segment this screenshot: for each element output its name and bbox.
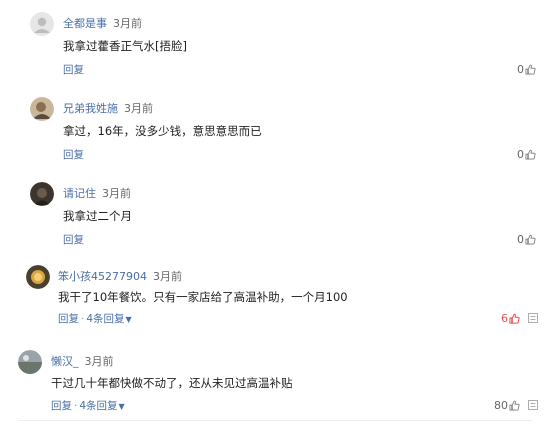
reply-button[interactable]: 回复 bbox=[63, 149, 84, 161]
view-replies-button[interactable]: 4条回复▼ bbox=[86, 313, 131, 325]
avatar[interactable] bbox=[18, 350, 42, 374]
reply-button[interactable]: 回复 bbox=[58, 313, 79, 325]
like-button[interactable]: 80 bbox=[494, 398, 538, 412]
comment-text: 我拿过藿香正气水[捂脸] bbox=[63, 39, 187, 53]
like-count: 0 bbox=[517, 147, 524, 161]
like-button[interactable]: 0 bbox=[517, 147, 536, 161]
like-count: 0 bbox=[517, 62, 524, 76]
reply-button[interactable]: 回复 bbox=[63, 64, 84, 76]
avatar[interactable] bbox=[30, 97, 54, 121]
username[interactable]: 笨小孩45277904 bbox=[58, 270, 147, 283]
comment-header: 懒汉_ 3月前 bbox=[51, 353, 114, 369]
thumbs-up-icon[interactable] bbox=[525, 149, 536, 160]
thumbs-up-icon[interactable] bbox=[509, 400, 520, 411]
separator-dot: · bbox=[81, 313, 85, 325]
reply-button[interactable]: 回复 bbox=[63, 234, 84, 246]
comment-item: 请记住 3月前 我拿过二个月 回复 0 bbox=[0, 170, 550, 255]
chevron-down-icon: ▼ bbox=[118, 402, 125, 411]
comment-actions: 回复 bbox=[63, 147, 84, 162]
avatar[interactable] bbox=[26, 265, 50, 289]
like-button[interactable]: 0 bbox=[517, 232, 536, 246]
divider bbox=[18, 420, 532, 421]
like-button[interactable]: 0 bbox=[517, 62, 536, 76]
thumbs-up-icon[interactable] bbox=[525, 64, 536, 75]
timestamp: 3月前 bbox=[84, 355, 114, 368]
like-count: 80 bbox=[494, 398, 508, 412]
comment-item: 懒汉_ 3月前 干过几十年都快做不动了，还从未见过高温补贴 回复 · 4条回复▼ 80 bbox=[0, 340, 550, 425]
like-count: 6 bbox=[501, 311, 508, 325]
comment-item: 笨小孩45277904 3月前 我干了10年餐饮。只有一家店给了高温补助，一个月1… bbox=[0, 255, 550, 340]
separator-dot: · bbox=[74, 400, 78, 412]
comment-header: 兄弟我姓施 3月前 bbox=[63, 100, 153, 116]
replies-count: 4条回复 bbox=[79, 400, 118, 412]
timestamp: 3月前 bbox=[124, 102, 153, 115]
username[interactable]: 请记住 bbox=[63, 187, 96, 200]
thumbs-up-icon[interactable] bbox=[525, 234, 536, 245]
more-icon[interactable] bbox=[528, 400, 538, 410]
comment-header: 笨小孩45277904 3月前 bbox=[58, 268, 182, 284]
reply-button[interactable]: 回复 bbox=[51, 400, 72, 412]
avatar[interactable] bbox=[30, 182, 54, 206]
username[interactable]: 全都是事 bbox=[63, 17, 107, 30]
comment-header: 请记住 3月前 bbox=[63, 185, 131, 201]
avatar[interactable] bbox=[30, 12, 54, 36]
comment-text: 拿过，16年，没多少钱，意思意思而已 bbox=[63, 124, 262, 138]
chevron-down-icon: ▼ bbox=[125, 315, 132, 324]
replies-count: 4条回复 bbox=[86, 313, 125, 325]
timestamp: 3月前 bbox=[153, 270, 182, 283]
like-button[interactable]: 6 bbox=[501, 311, 538, 325]
more-icon[interactable] bbox=[528, 313, 538, 323]
comment-item: 兄弟我姓施 3月前 拿过，16年，没多少钱，意思意思而已 回复 0 bbox=[0, 85, 550, 170]
comment-text: 我拿过二个月 bbox=[63, 209, 132, 223]
comment-item: 全都是事 3月前 我拿过藿香正气水[捂脸] 回复 0 bbox=[0, 0, 550, 85]
username[interactable]: 兄弟我姓施 bbox=[63, 102, 118, 115]
timestamp: 3月前 bbox=[113, 17, 142, 30]
comment-list: 全都是事 3月前 我拿过藿香正气水[捂脸] 回复 0 兄弟我姓施 3月前 拿过，16… bbox=[0, 0, 550, 425]
comment-actions: 回复 · 4条回复▼ bbox=[58, 311, 132, 326]
comment-actions: 回复 bbox=[63, 232, 84, 247]
username[interactable]: 懒汉_ bbox=[51, 355, 79, 368]
comment-header: 全都是事 3月前 bbox=[63, 15, 142, 31]
timestamp: 3月前 bbox=[102, 187, 131, 200]
comment-actions: 回复 · 4条回复▼ bbox=[51, 398, 125, 413]
comment-actions: 回复 bbox=[63, 62, 84, 77]
thumbs-up-icon[interactable] bbox=[509, 313, 520, 324]
comment-text: 干过几十年都快做不动了，还从未见过高温补贴 bbox=[51, 376, 293, 390]
comment-text: 我干了10年餐饮。只有一家店给了高温补助，一个月100 bbox=[58, 290, 348, 304]
like-count: 0 bbox=[517, 232, 524, 246]
view-replies-button[interactable]: 4条回复▼ bbox=[79, 400, 124, 412]
